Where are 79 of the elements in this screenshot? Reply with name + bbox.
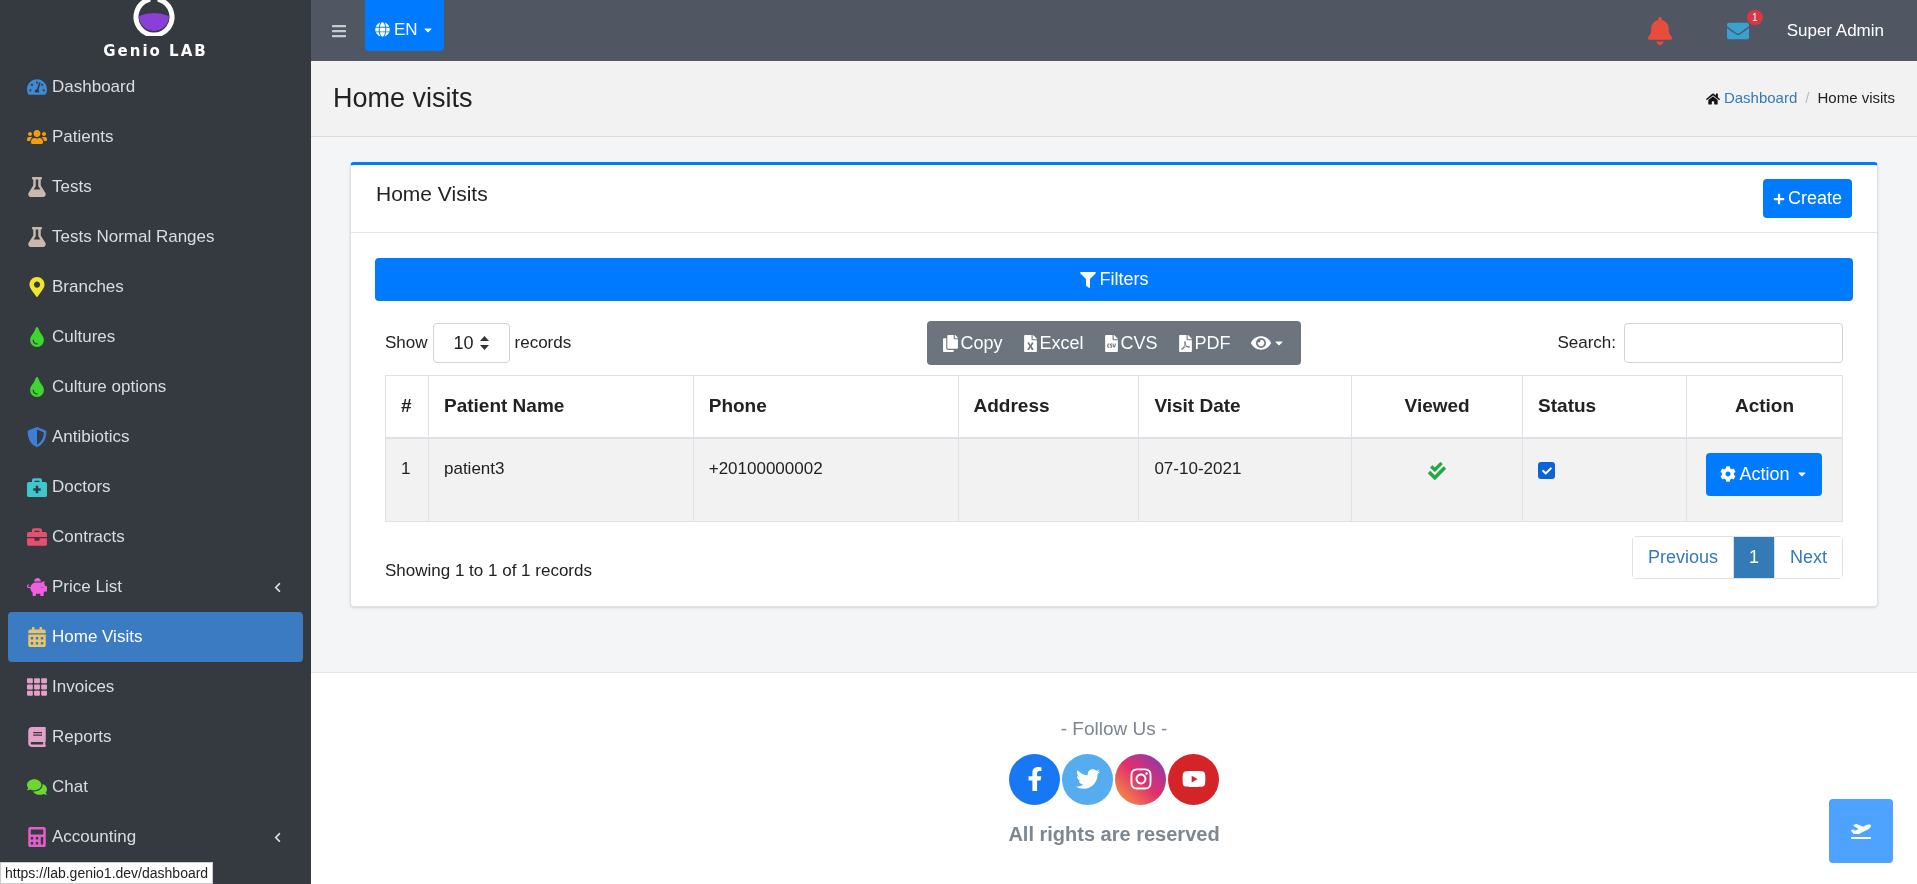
- airplane-icon: [1851, 823, 1871, 839]
- scroll-top-button[interactable]: [1829, 799, 1893, 863]
- home-icon: [1705, 91, 1720, 106]
- sidebar-item[interactable]: Doctors: [8, 462, 303, 512]
- export-button[interactable]: PDF: [1169, 321, 1239, 365]
- sidebar-item[interactable]: Tests: [8, 162, 303, 212]
- check-icon: [1541, 465, 1552, 476]
- column-header: Address: [958, 375, 1139, 438]
- table-cell: +20100000002: [693, 437, 959, 522]
- action-button[interactable]: Action: [1706, 452, 1823, 496]
- menu-icon: [331, 22, 347, 39]
- message-count-badge: 1: [1747, 9, 1763, 25]
- youtube-icon[interactable]: [1168, 753, 1219, 805]
- show-label: Show: [385, 332, 428, 355]
- user-name[interactable]: Super Admin: [1786, 17, 1884, 44]
- copyright-text: All rights are reserved: [1008, 821, 1220, 847]
- sidebar-item[interactable]: Invoices: [8, 662, 303, 712]
- status-checkbox[interactable]: [1538, 462, 1556, 479]
- sort-arrows-icon: [479, 336, 489, 350]
- logo-text: Genio LAB: [103, 41, 208, 62]
- pdf-file-icon: [1177, 334, 1193, 352]
- facebook-icon[interactable]: [1009, 753, 1060, 805]
- table-cell: 07-10-2021: [1138, 437, 1352, 522]
- sidebar-item[interactable]: Reports: [8, 712, 303, 762]
- sidebar-item[interactable]: Antibiotics: [8, 412, 303, 462]
- plus-icon: [1772, 192, 1785, 205]
- sidebar-item[interactable]: Tests Normal Ranges: [8, 212, 303, 262]
- sidebar-item[interactable]: Price List: [8, 562, 303, 612]
- export-button[interactable]: CVS: [1095, 321, 1166, 365]
- create-button[interactable]: Create: [1762, 179, 1852, 218]
- column-header: Action: [1686, 375, 1843, 438]
- export-button[interactable]: Excel: [1014, 321, 1092, 365]
- follow-us-text: - Follow Us -: [1060, 717, 1168, 741]
- csv-file-icon: [1103, 334, 1119, 352]
- eye-icon: [1250, 334, 1271, 352]
- excel-file-icon: [1022, 334, 1038, 352]
- export-button[interactable]: Copy: [935, 321, 1011, 365]
- filter-icon: [1079, 271, 1096, 288]
- globe-icon: [375, 22, 390, 37]
- twitter-icon[interactable]: [1062, 753, 1113, 805]
- column-header: Phone: [693, 375, 959, 438]
- sidebar-item[interactable]: Culture options: [8, 362, 303, 412]
- column-header: Patient Name: [428, 375, 694, 438]
- page-length-select[interactable]: 10: [432, 323, 510, 363]
- sidebar-item[interactable]: Chat: [8, 762, 303, 812]
- breadcrumb-current: Home visits: [1817, 88, 1895, 109]
- column-header: Visit Date: [1138, 375, 1352, 438]
- breadcrumb-separator: /: [1805, 88, 1810, 109]
- sidebar-item[interactable]: Branches: [8, 262, 303, 312]
- pagination-button[interactable]: Next: [1774, 537, 1842, 579]
- records-info: Showing 1 to 1 of 1 records: [385, 560, 592, 582]
- records-label: records: [514, 332, 572, 355]
- copy-icon: [943, 334, 959, 352]
- sidebar-item[interactable]: Patients: [8, 112, 303, 162]
- table-cell: 1: [385, 437, 429, 522]
- menu-button[interactable]: [331, 22, 347, 39]
- search-field[interactable]: [1624, 323, 1843, 363]
- url-tooltip: https://lab.genio1.dev/dashboard: [0, 862, 214, 884]
- language-button[interactable]: EN: [365, 0, 444, 51]
- bell-icon: [1646, 16, 1673, 45]
- breadcrumb-link[interactable]: Dashboard: [1705, 87, 1798, 110]
- search-label: Search:: [1557, 332, 1616, 355]
- sidebar-item[interactable]: Dashboard: [8, 62, 303, 112]
- sidebar-item[interactable]: Accounting: [8, 812, 303, 862]
- sidebar-item[interactable]: Home Visits: [8, 612, 303, 662]
- chevron-left-icon: [272, 581, 283, 593]
- gear-icon: [1720, 466, 1737, 482]
- column-header: Status: [1522, 375, 1687, 438]
- column-header: #: [385, 375, 429, 438]
- card-title: Home Visits: [376, 180, 488, 207]
- page-title: Home visits: [333, 82, 473, 116]
- pagination-button[interactable]: 1: [1732, 537, 1774, 579]
- chevron-left-icon: [272, 831, 283, 843]
- column-header: Viewed: [1351, 375, 1523, 438]
- sidebar-item[interactable]: Cultures: [8, 312, 303, 362]
- table-cell: patient3: [428, 437, 694, 522]
- filters-button[interactable]: Filters: [375, 258, 1853, 301]
- instagram-icon[interactable]: [1115, 753, 1166, 805]
- sidebar-item[interactable]: Contracts: [8, 512, 303, 562]
